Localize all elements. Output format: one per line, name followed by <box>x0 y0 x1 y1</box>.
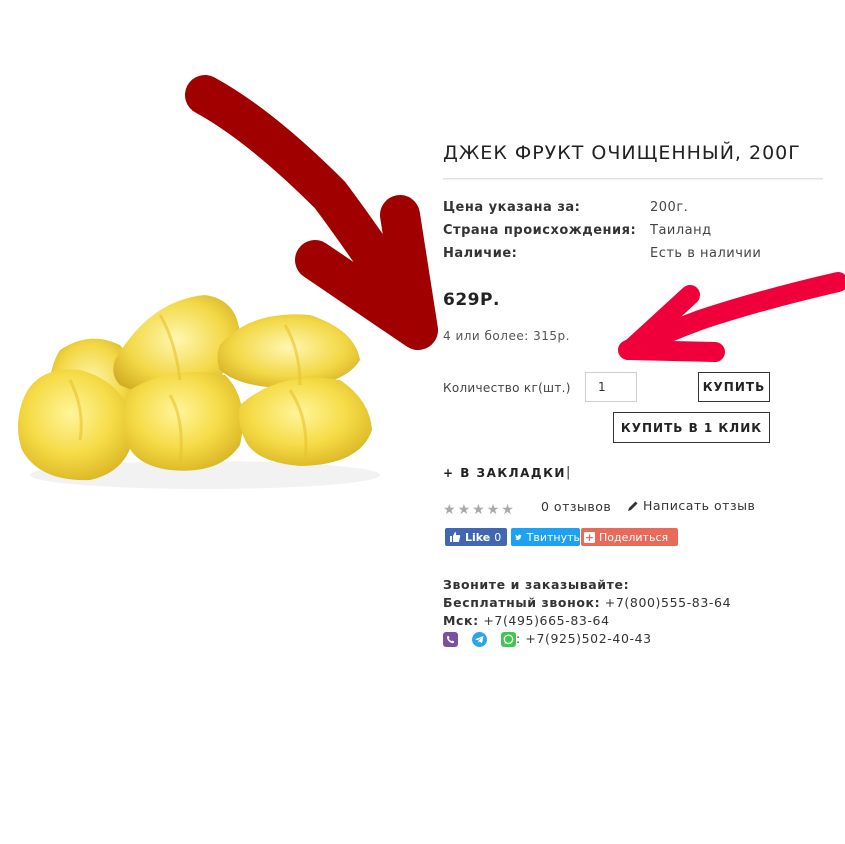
like-label: Like <box>465 530 491 544</box>
whatsapp-icon[interactable] <box>501 631 516 647</box>
tweet-label: Твитнуть <box>526 530 580 544</box>
messenger-row: : +7(925)502-40-43 <box>443 630 731 648</box>
share-button[interactable]: + Поделиться <box>581 528 678 546</box>
spec-label: Страна происхождения: <box>443 223 637 238</box>
twitter-icon <box>515 534 522 540</box>
telegram-icon[interactable] <box>472 631 487 647</box>
buy-button[interactable]: КУПИТЬ <box>698 372 770 402</box>
spec-row: Цена указана за: 200г. <box>443 200 761 223</box>
star-icon[interactable]: ★ <box>458 502 471 518</box>
twitter-tweet-button[interactable]: Твитнуть <box>511 528 580 546</box>
moscow-phone[interactable]: +7(495)665-83-64 <box>483 613 609 628</box>
quantity-label: Количество кг(шт.) <box>443 381 571 395</box>
product-price: 629Р. <box>443 290 500 310</box>
product-image <box>17 295 380 489</box>
free-call-phone[interactable]: +7(800)555-83-64 <box>605 595 731 610</box>
spec-value: Таиланд <box>650 223 712 238</box>
plus-icon: + <box>584 530 595 544</box>
moscow-label: Мск: <box>443 613 479 628</box>
spec-label: Цена указана за: <box>443 200 581 215</box>
product-specs: Цена указана за: 200г. Страна происхожде… <box>443 200 761 269</box>
facebook-like-button[interactable]: Like 0 <box>445 528 507 546</box>
spec-row: Страна происхождения: Таиланд <box>443 223 761 246</box>
pencil-icon <box>628 501 638 511</box>
star-icon[interactable]: ★ <box>501 502 514 518</box>
title-divider <box>443 178 823 180</box>
messenger-phone[interactable]: : +7(925)502-40-43 <box>516 630 652 648</box>
write-review-link[interactable]: Написать отзыв <box>627 498 755 513</box>
spec-row: Наличие: Есть в наличии <box>443 246 761 269</box>
quantity-input[interactable] <box>585 372 637 402</box>
facebook-like-icon <box>450 532 461 542</box>
write-review-label: Написать отзыв <box>643 498 756 513</box>
bookmark-separator: | <box>566 465 571 480</box>
viber-icon[interactable] <box>443 631 458 647</box>
spec-value: 200г. <box>650 200 689 215</box>
contacts-heading: Звоните и заказывайте: <box>443 577 630 592</box>
add-bookmark-link[interactable]: + В ЗАКЛАДКИ <box>443 466 566 480</box>
rating-stars[interactable]: ★ ★ ★ ★ ★ <box>443 502 514 518</box>
buy-one-click-button[interactable]: КУПИТЬ В 1 КЛИК <box>613 412 770 443</box>
star-icon[interactable]: ★ <box>487 502 500 518</box>
reviews-count-link[interactable]: 0 отзывов <box>541 499 611 514</box>
share-label: Поделиться <box>599 530 669 544</box>
like-count: 0 <box>494 530 502 544</box>
product-title: ДЖЕК ФРУКТ ОЧИЩЕННЫЙ, 200Г <box>443 142 801 164</box>
free-call-label: Бесплатный звонок: <box>443 595 601 610</box>
star-icon[interactable]: ★ <box>472 502 485 518</box>
contacts-block: Звоните и заказывайте: Бесплатный звонок… <box>443 576 731 648</box>
bulk-price: 4 или более: 315р. <box>443 329 570 343</box>
spec-label: Наличие: <box>443 246 518 261</box>
spec-value: Есть в наличии <box>650 246 762 261</box>
star-icon[interactable]: ★ <box>443 502 456 518</box>
